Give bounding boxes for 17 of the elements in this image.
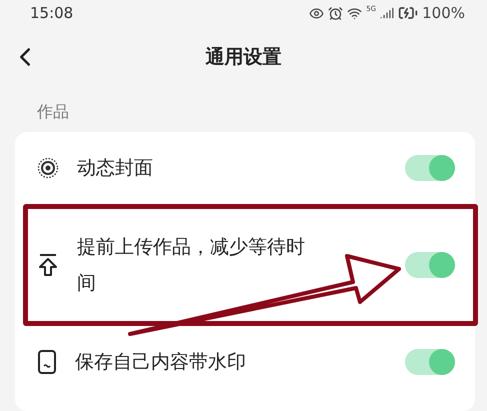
setting-label: 提前上传作品，减少等待时间 [77,235,306,296]
toggle-switch[interactable] [405,155,455,181]
battery-percent: 100% [422,4,465,22]
signal-icon [380,6,394,20]
phone-icon [37,350,57,374]
toggle-switch[interactable] [405,252,455,278]
target-icon [37,157,59,179]
page-title: 通用设置 [206,45,282,70]
setting-label: 保存自己内容带水印 [75,350,247,375]
setting-label: 动态封面 [77,156,154,181]
eye-icon [309,6,324,20]
status-time: 15:08 [30,4,74,22]
wifi-icon [347,6,362,20]
section-label: 作品 [36,101,70,123]
upload-icon [37,253,59,277]
alarm-icon [328,6,344,20]
toggle-switch[interactable] [405,349,455,375]
